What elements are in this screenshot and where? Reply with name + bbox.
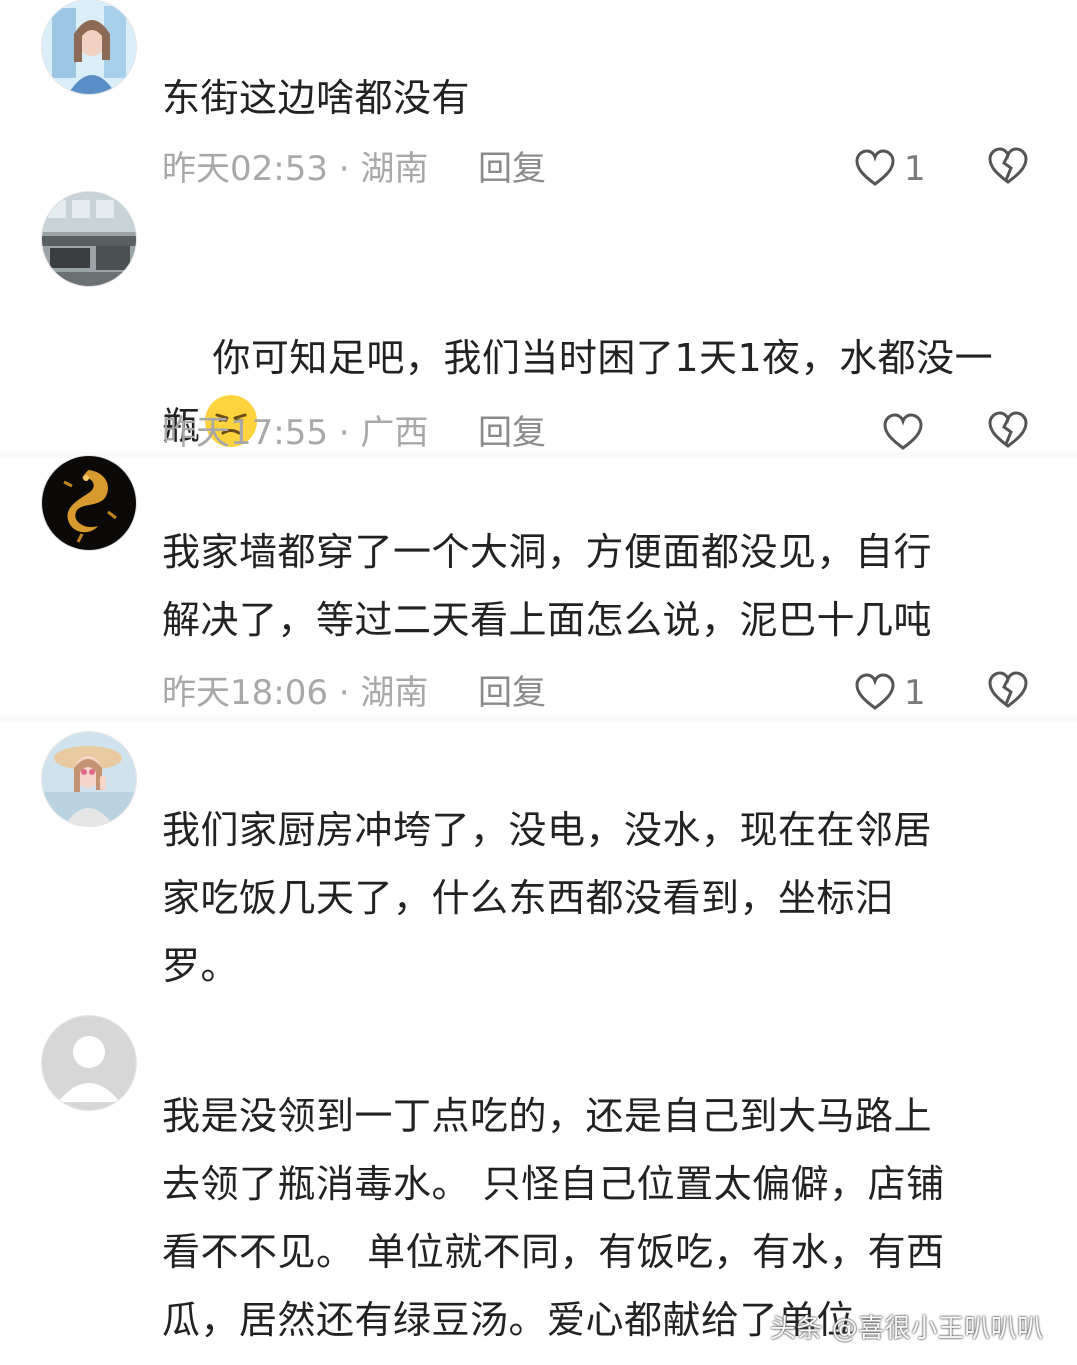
comment-meta: 昨天02:53 · 湖南 回复 1 <box>162 144 1042 194</box>
reply-button[interactable]: 回复 <box>478 408 546 458</box>
watermark: 头条 @喜很小王叭叭叭 <box>770 1314 1044 1344</box>
comment-meta: 昨天17:55 · 广西 回复 <box>162 408 1042 458</box>
divider <box>0 716 1077 722</box>
heart-icon <box>855 149 895 186</box>
reply-button[interactable]: 回复 <box>478 144 546 194</box>
comment-time-location: 昨天17:55 · 广西 <box>162 413 429 453</box>
comment-item: 东街这边啥都没有 昨天02:53 · 湖南 回复 1 <box>0 0 1077 200</box>
avatar[interactable] <box>42 732 136 826</box>
default-avatar-icon <box>42 1016 136 1110</box>
comment-meta: 昨天18:06 · 湖南 回复 1 <box>162 668 1042 718</box>
comment-text: 我家墙都穿了一个大洞，方便面都没见，自行 解决了，等过二天看上面怎么说，泥巴十几… <box>162 530 933 642</box>
comment-time-location: 昨天18:06 · 湖南 <box>162 673 429 713</box>
comment-item: 你可知足吧，我们当时困了1天1夜，水都没一 瓶 昨天17:55 · 广西 回复 <box>0 192 1077 454</box>
comment-text: 东街这边啥都没有 <box>162 76 471 120</box>
avatar[interactable] <box>42 1016 136 1110</box>
comment-time-location: 昨天02:53 · 湖南 <box>162 149 429 189</box>
avatar[interactable] <box>42 0 136 94</box>
broken-heart-icon <box>988 671 1028 708</box>
like-count: 1 <box>904 673 926 713</box>
like-count: 1 <box>904 149 926 189</box>
avatar[interactable] <box>42 192 136 286</box>
comment-item: 我家墙都穿了一个大洞，方便面都没见，自行 解决了，等过二天看上面怎么说，泥巴十几… <box>0 456 1077 718</box>
broken-heart-icon <box>988 411 1028 448</box>
heart-icon <box>883 413 923 450</box>
avatar[interactable] <box>42 456 136 550</box>
reply-button[interactable]: 回复 <box>478 668 546 718</box>
broken-heart-icon <box>988 147 1028 184</box>
comment-text: 我们家厨房冲垮了，没电，没水，现在在邻居 家吃饭几天了，什么东西都没看到，坐标汨… <box>162 808 933 988</box>
heart-icon <box>855 673 895 710</box>
comment-item: 我们家厨房冲垮了，没电，没水，现在在邻居 家吃饭几天了，什么东西都没看到，坐标汨… <box>0 732 1077 1012</box>
